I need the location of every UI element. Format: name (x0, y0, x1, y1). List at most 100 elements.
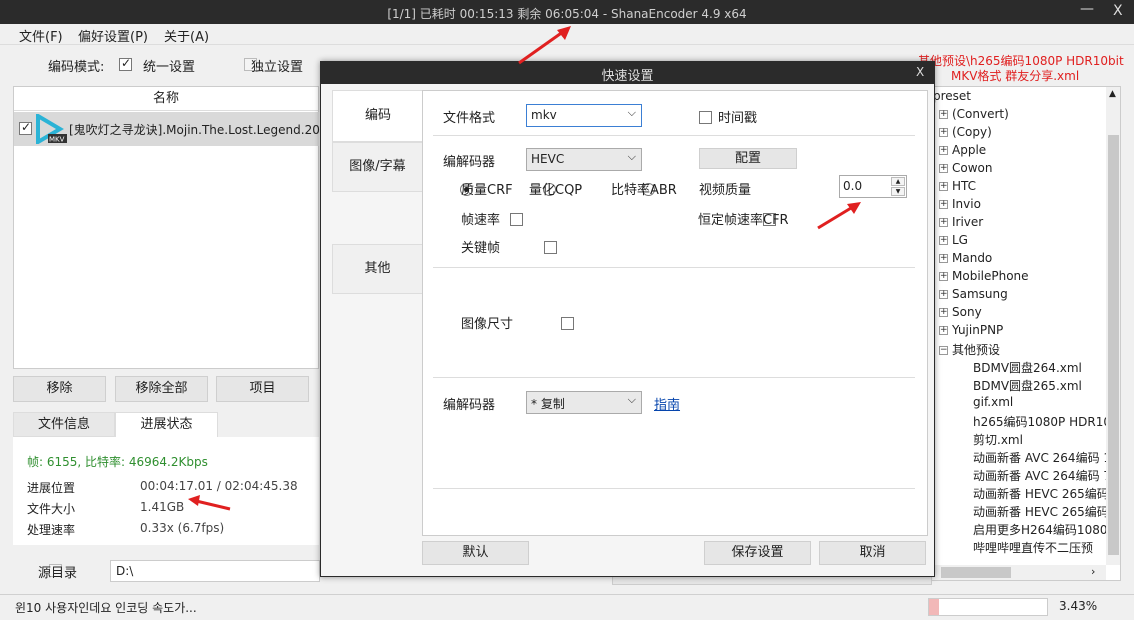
codec-select[interactable]: HEVC ⌵ (526, 148, 642, 171)
tree-preset-item[interactable]: BDMV圆盘265.xml (973, 377, 1082, 394)
scroll-right-icon[interactable]: › (1091, 565, 1095, 578)
close-window-button[interactable]: X (1113, 3, 1123, 19)
expand-icon[interactable]: + (939, 146, 948, 155)
tree-preset-item[interactable]: BDMV圆盘264.xml (973, 359, 1082, 376)
save-settings-button[interactable]: 保存设置 (704, 541, 811, 565)
codec-label: 编解码器 (443, 155, 496, 170)
menu-preferences[interactable]: 偏好设置(P) (78, 26, 148, 45)
tree-group-item[interactable]: + Iriver (939, 215, 983, 229)
tree-preset-item[interactable]: 启用更多H264编码1080 (973, 521, 1107, 538)
expand-icon[interactable]: + (939, 272, 948, 281)
unified-label: 统一设置 (143, 60, 196, 75)
tree-group-item[interactable]: + MobilePhone (939, 269, 1029, 283)
tree-group-item[interactable]: + Samsung (939, 287, 1008, 301)
tree-preset-item[interactable]: 动画新番 AVC 264编码 1 (973, 449, 1111, 466)
expand-icon[interactable]: + (939, 290, 948, 299)
tab-progress[interactable]: 进展状态 (115, 412, 218, 438)
filesize-value: 1.41GB (140, 500, 185, 514)
encoding-panel: 文件格式 mkv ⌵ 时间戳 编解码器 HEVC ⌵ 配置 质量CRF 量化CQP … (422, 90, 928, 536)
tree-preset-item[interactable]: 剪切.xml (973, 431, 1023, 448)
file-list: 名称 MKV [鬼吹灯之寻龙诀].Mojin.The.Lost.Legend.2… (13, 86, 335, 369)
tree-root[interactable]: preset (933, 89, 971, 103)
speed-value: 0.33x (6.7fps) (140, 521, 225, 535)
format-label: 文件格式 (443, 111, 496, 126)
divider (433, 488, 915, 489)
quality-spinbox[interactable]: 0.0 ▲ ▼ (839, 175, 907, 198)
source-dir-input[interactable]: D:\ (110, 560, 320, 582)
tree-group-item[interactable]: + Cowon (939, 161, 992, 175)
tab-other[interactable]: 其他 (332, 244, 423, 294)
tree-hscrollbar[interactable]: › (931, 565, 1106, 580)
tree-group-item[interactable]: + Mando (939, 251, 992, 265)
menu-about[interactable]: 关于(A) (164, 26, 209, 45)
expand-icon[interactable]: + (939, 254, 948, 263)
tree-group-item[interactable]: + (Convert) (939, 107, 1009, 121)
keyframe-checkbox[interactable] (543, 241, 557, 254)
tree-group-item[interactable]: + HTC (939, 179, 976, 193)
format-select[interactable]: mkv ⌵ (526, 104, 642, 127)
expand-icon[interactable]: + (939, 164, 948, 173)
file-list-header[interactable]: 名称 (14, 87, 318, 111)
collapse-icon[interactable]: − (939, 346, 948, 355)
tree-vscroll-thumb[interactable] (1108, 135, 1119, 555)
default-button[interactable]: 默认 (422, 541, 529, 565)
expand-icon[interactable]: + (939, 308, 948, 317)
item-button[interactable]: 项目 (216, 376, 309, 402)
spin-up-icon[interactable]: ▲ (891, 177, 905, 186)
tab-image-subtitle[interactable]: 图像/字幕 (332, 142, 423, 192)
tree-group-item[interactable]: + Apple (939, 143, 986, 157)
tree-hscroll-thumb[interactable] (941, 567, 1011, 578)
expand-icon[interactable]: + (939, 236, 948, 245)
tree-group-item[interactable]: + Invio (939, 197, 981, 211)
annotation-arrow-icon (518, 26, 571, 65)
tree-preset-item[interactable]: 动画新番 HEVC 265编码 (973, 503, 1109, 520)
tree-group-label: Mando (952, 251, 993, 265)
tree-group-label: Apple (952, 143, 987, 157)
framerate-checkbox[interactable] (510, 213, 524, 226)
scroll-up-icon[interactable]: ▲ (1109, 89, 1116, 99)
expand-icon[interactable]: + (939, 326, 948, 335)
tree-preset-item[interactable]: 哔哩哔哩直传不二压预 (973, 539, 1093, 556)
tab-encoding[interactable]: 编码 (332, 90, 423, 142)
tree-group-item[interactable]: + YujinPNP (939, 323, 1003, 337)
crf-label: 质量CRF (461, 183, 513, 198)
file-checkbox[interactable] (19, 120, 32, 135)
tab-file-info[interactable]: 文件信息 (13, 412, 115, 437)
remove-button[interactable]: 移除 (13, 376, 106, 402)
cqp-label: 量化CQP (529, 183, 583, 198)
filesize-label: 文件大小 (27, 502, 76, 516)
unified-checkbox[interactable] (119, 56, 132, 71)
tree-group-item[interactable]: + LG (939, 233, 968, 247)
dialog-titlebar: 快速设置 X (321, 62, 934, 84)
config-button[interactable]: 配置 (699, 148, 797, 169)
annotation-arrow-icon (188, 495, 231, 511)
cancel-button[interactable]: 取消 (819, 541, 926, 565)
tree-preset-item[interactable]: h265编码1080P HDR10bi (973, 413, 1120, 430)
tree-preset-item[interactable]: 动画新番 HEVC 265编码 (973, 485, 1109, 502)
expand-icon[interactable]: + (939, 182, 948, 191)
tree-preset-item[interactable]: gif.xml (973, 395, 1013, 409)
audio-codec-select[interactable]: * 复制 ⌵ (526, 391, 642, 414)
expand-icon[interactable]: + (939, 110, 948, 119)
spin-down-icon[interactable]: ▼ (891, 187, 905, 196)
guide-link[interactable]: 指南 (654, 394, 680, 413)
expand-icon[interactable]: + (939, 128, 948, 137)
tree-vscrollbar[interactable]: ▲ (1106, 87, 1120, 565)
tree-group-label: (Convert) (952, 107, 1009, 121)
image-size-checkbox[interactable] (560, 317, 574, 330)
expand-icon[interactable]: + (939, 200, 948, 209)
menu-file[interactable]: 文件(F) (19, 26, 63, 45)
timestamp-checkbox[interactable] (699, 111, 712, 124)
file-list-row[interactable]: MKV [鬼吹灯之寻龙诀].Mojin.The.Lost.Legend.2015 (14, 112, 335, 146)
file-format-badge: MKV (49, 136, 65, 144)
cfr-label: 恒定帧速率CFR (698, 213, 789, 228)
dialog-close-button[interactable]: X (916, 65, 924, 79)
minimize-button[interactable]: — (1080, 1, 1094, 17)
tree-group-item[interactable]: + Sony (939, 305, 982, 319)
tree-preset-item[interactable]: 动画新番 AVC 264编码 7 (973, 467, 1111, 484)
tree-group-item[interactable]: − 其他预设 (939, 341, 1000, 358)
progress-bar (928, 598, 1048, 616)
expand-icon[interactable]: + (939, 218, 948, 227)
remove-all-button[interactable]: 移除全部 (115, 376, 208, 402)
tree-group-item[interactable]: + (Copy) (939, 125, 992, 139)
